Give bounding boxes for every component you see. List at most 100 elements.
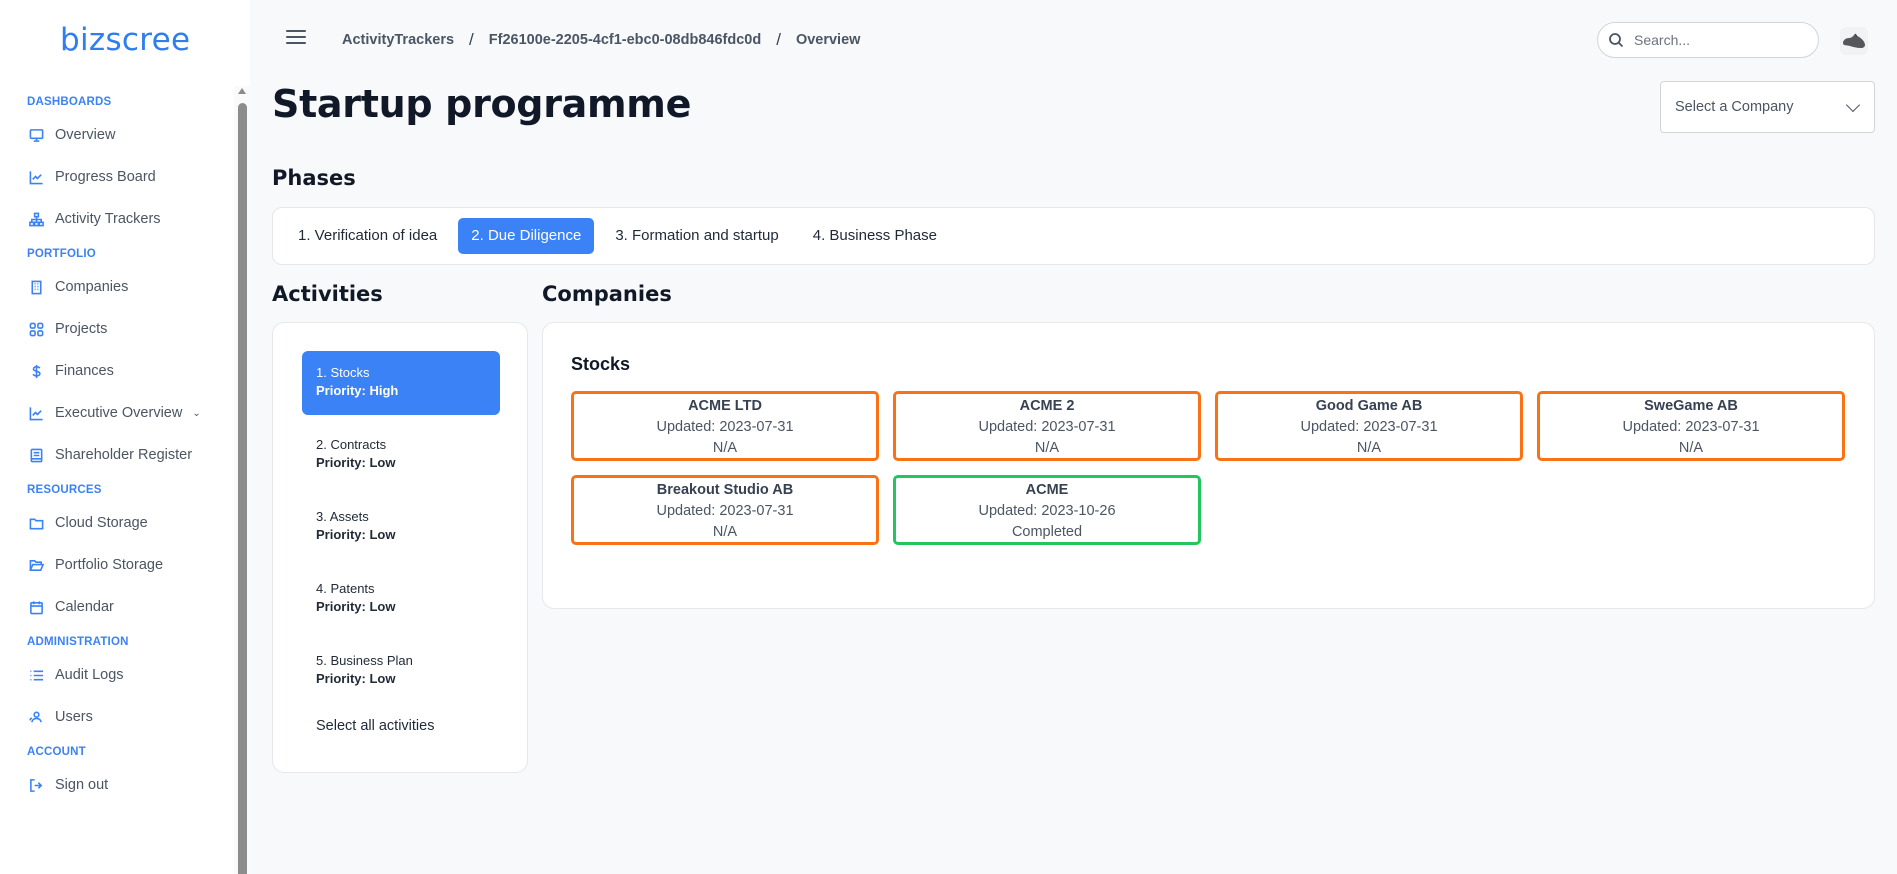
- company-status: N/A: [712, 440, 738, 456]
- activity-name: 1. Stocks: [316, 365, 370, 380]
- sidebar-item-overview[interactable]: Overview: [0, 114, 232, 156]
- company-card-acme-ltd[interactable]: ACME LTD Updated: 2023-07-31 N/A: [571, 391, 879, 461]
- scroll-thumb[interactable]: [238, 103, 247, 874]
- activity-name: 4. Patents: [316, 581, 375, 596]
- calendar-icon: [28, 599, 44, 615]
- breadcrumb-activity-trackers[interactable]: ActivityTrackers: [342, 32, 454, 48]
- user-avatar-slipper-image: [1843, 33, 1865, 48]
- sidebar-item-executive-overview[interactable]: Executive Overview ⌄: [0, 392, 232, 434]
- company-name: ACME 2: [1019, 398, 1075, 414]
- company-name: ACME: [1025, 482, 1069, 498]
- section-resources: RESOURCES: [27, 484, 102, 496]
- company-card-acme[interactable]: ACME Updated: 2023-10-26 Completed: [893, 475, 1201, 545]
- sidebar-item-label: Progress Board: [55, 169, 156, 185]
- sidebar-item-label: Shareholder Register: [55, 447, 193, 463]
- book-icon: [28, 447, 44, 463]
- company-name: Breakout Studio AB: [656, 482, 794, 498]
- sidebar-item-audit-logs[interactable]: Audit Logs: [0, 654, 232, 696]
- tab-due-diligence[interactable]: 2. Due Diligence: [458, 218, 595, 254]
- sidebar-item-progress-board[interactable]: Progress Board: [0, 156, 232, 198]
- sidebar-item-shareholder-register[interactable]: Shareholder Register: [0, 434, 232, 476]
- activity-item-business-plan[interactable]: 5. Business Plan Priority: Low: [302, 639, 500, 703]
- breadcrumb-tracker-id[interactable]: Ff26100e-2205-4cf1-ebc0-08db846fdc0d: [489, 32, 761, 48]
- company-name: ACME LTD: [688, 398, 762, 414]
- activity-priority: Priority: Low: [316, 671, 396, 686]
- activity-name: 2. Contracts: [316, 437, 387, 452]
- company-name: SweGame AB: [1644, 398, 1738, 414]
- sidebar-item-label: Finances: [55, 363, 114, 379]
- chevron-down-icon: [1845, 97, 1861, 113]
- company-updated: Updated: 2023-07-31: [656, 419, 794, 435]
- sign-out-icon: [28, 777, 44, 793]
- sidebar-item-label: Executive Overview: [55, 405, 183, 421]
- activity-name: 5. Business Plan: [316, 653, 413, 668]
- hamburger-icon-bar: [286, 30, 306, 32]
- sidebar-item-activity-trackers[interactable]: Activity Trackers: [0, 198, 232, 240]
- folder-icon: [28, 515, 44, 531]
- sidebar-item-label: Sign out: [55, 777, 109, 793]
- company-name: Good Game AB: [1315, 398, 1423, 414]
- company-status: N/A: [1034, 440, 1060, 456]
- company-card-acme-2[interactable]: ACME 2 Updated: 2023-07-31 N/A: [893, 391, 1201, 461]
- activity-priority: Priority: Low: [316, 455, 396, 470]
- section-account: ACCOUNT: [27, 746, 86, 758]
- company-card-breakout-studio-ab[interactable]: Breakout Studio AB Updated: 2023-07-31 N…: [571, 475, 879, 545]
- hamburger-icon-bar: [286, 42, 306, 44]
- company-updated: Updated: 2023-07-31: [1622, 419, 1760, 435]
- menu-toggle-button[interactable]: [286, 30, 306, 46]
- tab-formation-and-startup[interactable]: 3. Formation and startup: [602, 218, 791, 254]
- breadcrumb-current: Overview: [795, 32, 861, 48]
- sidebar-item-calendar[interactable]: Calendar: [0, 586, 232, 628]
- chevron-down-icon[interactable]: ⌄: [192, 408, 200, 419]
- scroll-up-arrow-icon[interactable]: [238, 88, 246, 94]
- breadcrumb: ActivityTrackers / Ff26100e-2205-4cf1-eb…: [342, 30, 860, 50]
- activity-item-contracts[interactable]: 2. Contracts Priority: Low: [302, 423, 500, 487]
- activity-priority: Priority: Low: [316, 527, 396, 542]
- company-updated: Updated: 2023-10-26: [978, 503, 1116, 519]
- sidebar-item-users[interactable]: Users: [0, 696, 232, 738]
- companies-heading: Companies: [542, 282, 672, 306]
- logo[interactable]: bizscree: [60, 22, 190, 58]
- sidebar-item-portfolio-storage[interactable]: Portfolio Storage: [0, 544, 232, 586]
- sidebar-item-label: Companies: [55, 279, 129, 295]
- page-title: Startup programme: [272, 82, 692, 126]
- activity-item-assets[interactable]: 3. Assets Priority: Low: [302, 495, 500, 559]
- select-all-activities-link[interactable]: Select all activities: [316, 718, 434, 734]
- company-updated: Updated: 2023-07-31: [1300, 419, 1438, 435]
- activity-item-stocks[interactable]: 1. Stocks Priority: High: [302, 351, 500, 415]
- sidebar-item-projects[interactable]: Projects: [0, 308, 232, 350]
- activity-item-patents[interactable]: 4. Patents Priority: Low: [302, 567, 500, 631]
- activity-name: 3. Assets: [316, 509, 369, 524]
- monitor-icon: [28, 127, 44, 143]
- avatar[interactable]: [1840, 27, 1868, 55]
- sidebar-item-label: Audit Logs: [55, 667, 124, 683]
- sidebar-item-sign-out[interactable]: Sign out: [0, 764, 232, 806]
- sidebar-item-finances[interactable]: Finances: [0, 350, 232, 392]
- dollar-icon: [28, 363, 44, 379]
- breadcrumb-separator: /: [469, 30, 474, 49]
- company-status: Completed: [1011, 524, 1083, 540]
- chart-line-icon: [28, 169, 44, 185]
- activity-title: Stocks: [571, 354, 631, 374]
- sidebar-item-cloud-storage[interactable]: Cloud Storage: [0, 502, 232, 544]
- search-box[interactable]: [1597, 22, 1819, 58]
- tab-verification-of-idea[interactable]: 1. Verification of idea: [285, 218, 450, 254]
- sidebar-item-companies[interactable]: Companies: [0, 266, 232, 308]
- phases-heading: Phases: [272, 166, 356, 190]
- company-card-good-game-ab[interactable]: Good Game AB Updated: 2023-07-31 N/A: [1215, 391, 1523, 461]
- company-select-value: Select a Company: [1675, 99, 1794, 115]
- hamburger-icon-bar: [286, 36, 306, 38]
- company-status: N/A: [712, 524, 738, 540]
- sidebar-scrollbar[interactable]: [234, 86, 250, 874]
- tab-business-phase[interactable]: 4. Business Phase: [800, 218, 950, 254]
- grid-icon: [28, 321, 44, 337]
- search-input[interactable]: [1634, 32, 1804, 48]
- section-administration: ADMINISTRATION: [27, 636, 129, 648]
- sidebar-item-label: Projects: [55, 321, 108, 337]
- company-select[interactable]: Select a Company: [1660, 81, 1875, 133]
- activities-heading: Activities: [272, 282, 383, 306]
- activity-priority: Priority: High: [316, 383, 399, 398]
- search-icon: [1609, 33, 1624, 48]
- folder-open-icon: [28, 557, 44, 573]
- company-card-swegame-ab[interactable]: SweGame AB Updated: 2023-07-31 N/A: [1537, 391, 1845, 461]
